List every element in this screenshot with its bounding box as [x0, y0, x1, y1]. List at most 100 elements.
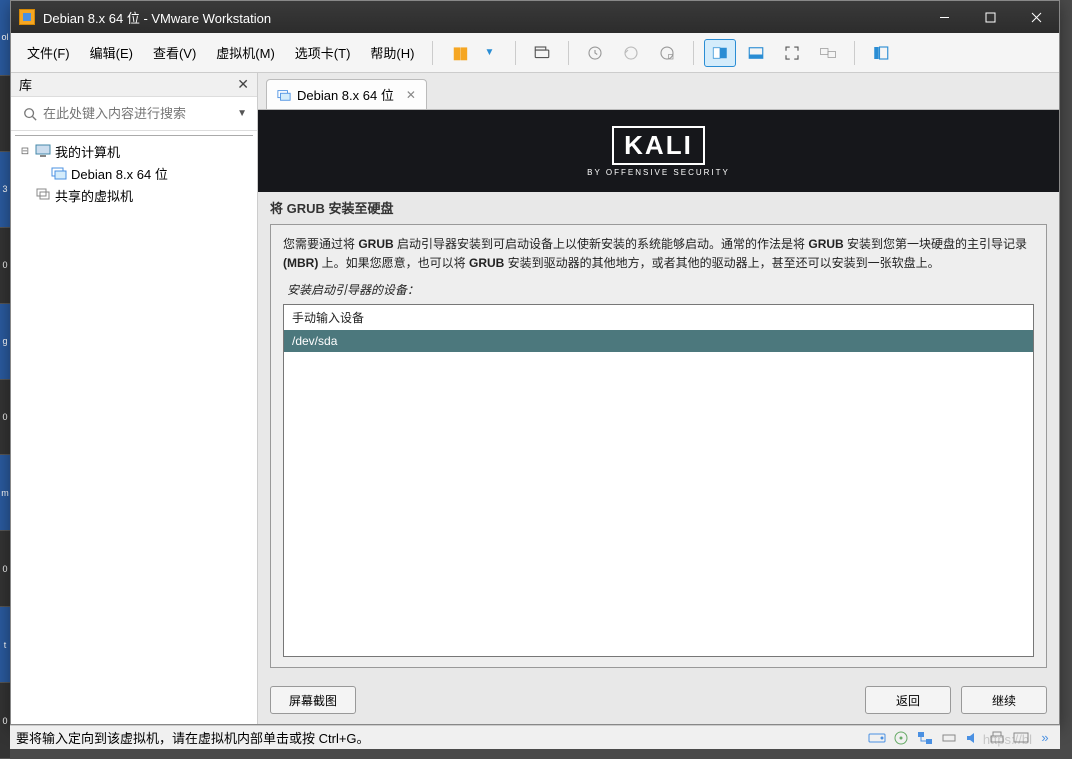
- installer-footer: 屏幕截图 返回 继续: [258, 676, 1059, 724]
- menu-tabs[interactable]: 选项卡(T): [285, 39, 361, 66]
- desc-bold: GRUB: [358, 237, 393, 251]
- tabstrip: Debian 8.x 64 位 ✕: [258, 73, 1059, 109]
- separator: [693, 41, 694, 65]
- separator: [568, 41, 569, 65]
- cd-icon[interactable]: [892, 730, 910, 746]
- back-button[interactable]: 返回: [865, 686, 951, 714]
- tree-label: 共享的虚拟机: [55, 186, 133, 205]
- vm-icon: [277, 88, 291, 102]
- device-option-sda[interactable]: /dev/sda: [284, 330, 1033, 352]
- desc-text: 安装到驱动器的其他地方，或者其他的驱动器上，甚至还可以安装到一张软盘上。: [504, 256, 939, 270]
- menu-file[interactable]: 文件(F): [17, 39, 80, 66]
- computer-icon: [35, 143, 51, 159]
- menu-view[interactable]: 查看(V): [143, 39, 206, 66]
- maximize-button[interactable]: [967, 1, 1013, 33]
- library-toggle-button[interactable]: [865, 39, 897, 67]
- sound-icon[interactable]: [964, 730, 982, 746]
- menu-help[interactable]: 帮助(H): [360, 39, 424, 66]
- menu-edit[interactable]: 编辑(E): [80, 39, 143, 66]
- library-icon: [872, 44, 890, 62]
- window-title: Debian 8.x 64 位 - VMware Workstation: [43, 8, 921, 27]
- sidebar-title: 库: [19, 75, 32, 94]
- installer-description: 您需要通过将 GRUB 启动引导器安装到可启动设备上以使新安装的系统能够启动。通…: [283, 235, 1034, 273]
- tree-node-shared-vms[interactable]: 共享的虚拟机: [15, 184, 253, 206]
- usb-icon[interactable]: [940, 730, 958, 746]
- search-input[interactable]: [43, 106, 233, 121]
- desc-bold: GRUB: [808, 237, 843, 251]
- menubar: 文件(F) 编辑(E) 查看(V) 虚拟机(M) 选项卡(T) 帮助(H) ▮▮…: [11, 33, 1059, 73]
- snapshot-button[interactable]: [579, 39, 611, 67]
- fullscreen-icon: [783, 44, 801, 62]
- keyboard-icon: [533, 44, 551, 62]
- revert-snapshot-button[interactable]: [615, 39, 647, 67]
- multimon-icon: [819, 44, 837, 62]
- view-unity-button[interactable]: [740, 39, 772, 67]
- statusbar: 要将输入定向到该虚拟机，请在虚拟机内部单击或按 Ctrl+G。 »: [10, 725, 1060, 749]
- tree-node-vm-debian[interactable]: Debian 8.x 64 位: [15, 162, 253, 184]
- menu-vm[interactable]: 虚拟机(M): [206, 39, 285, 66]
- power-dropdown[interactable]: ▼: [473, 39, 505, 67]
- sidebar-header: 库 ✕: [11, 73, 257, 97]
- background-sliver: ol30g0m0t0: [0, 0, 10, 759]
- kali-logo: KALI: [612, 126, 705, 165]
- desc-bold: (MBR): [283, 256, 318, 270]
- main-area: Debian 8.x 64 位 ✕ KALI BY OFFENSIVE SECU…: [258, 73, 1059, 724]
- installer-title: 将 GRUB 安装至硬盘: [258, 192, 1059, 220]
- collapse-icon[interactable]: ⊟: [19, 146, 31, 157]
- hdd-icon[interactable]: [868, 730, 886, 746]
- multimon-button[interactable]: [812, 39, 844, 67]
- tab-label: Debian 8.x 64 位: [297, 85, 394, 104]
- tree-node-my-computer[interactable]: ⊟ 我的计算机: [15, 140, 253, 162]
- clock-icon: [586, 44, 604, 62]
- view-console-button[interactable]: [704, 39, 736, 67]
- continue-button[interactable]: 继续: [961, 686, 1047, 714]
- separator: [854, 41, 855, 65]
- close-button[interactable]: [1013, 1, 1059, 33]
- installer-subtitle: 安装启动引导器的设备：: [287, 281, 1034, 298]
- clock-back-icon: [622, 44, 640, 62]
- search-dropdown[interactable]: ▼: [233, 108, 251, 119]
- clock-manage-icon: [658, 44, 676, 62]
- kali-subtitle: BY OFFENSIVE SECURITY: [587, 168, 730, 177]
- vmware-window: Debian 8.x 64 位 - VMware Workstation 文件(…: [10, 0, 1060, 725]
- send-ctrl-alt-del-button[interactable]: [526, 39, 558, 67]
- chevron-icon[interactable]: »: [1036, 730, 1054, 746]
- sidebar: 库 ✕ ▼ ⊟ 我的计算机: [11, 73, 258, 724]
- fullscreen-button[interactable]: [776, 39, 808, 67]
- vm-console[interactable]: KALI BY OFFENSIVE SECURITY 将 GRUB 安装至硬盘 …: [258, 109, 1059, 724]
- app-icon: [19, 9, 35, 25]
- tab-close-button[interactable]: ✕: [406, 88, 416, 102]
- titlebar[interactable]: Debian 8.x 64 位 - VMware Workstation: [11, 1, 1059, 33]
- snapshot-manager-button[interactable]: [651, 39, 683, 67]
- close-sidebar-button[interactable]: ✕: [237, 76, 249, 93]
- separator: [432, 41, 433, 65]
- body: 库 ✕ ▼ ⊟ 我的计算机: [11, 73, 1059, 724]
- kali-header: KALI BY OFFENSIVE SECURITY: [258, 110, 1059, 192]
- search-icon: [23, 107, 37, 121]
- desc-text: 上。如果您愿意，也可以将: [318, 256, 469, 270]
- vm-icon: [51, 165, 67, 181]
- desc-text: 您需要通过将: [283, 237, 358, 251]
- status-text: 要将输入定向到该虚拟机，请在虚拟机内部单击或按 Ctrl+G。: [16, 728, 868, 747]
- console-icon: [711, 44, 729, 62]
- sidebar-search: ▼: [11, 97, 257, 131]
- network-icon[interactable]: [916, 730, 934, 746]
- desc-bold: GRUB: [469, 256, 504, 270]
- separator: [515, 41, 516, 65]
- library-tree[interactable]: ⊟ 我的计算机 Debian 8.x 64 位: [15, 135, 253, 720]
- watermark: https://bl: [983, 732, 1032, 747]
- installer-panel: 您需要通过将 GRUB 启动引导器安装到可启动设备上以使新安装的系统能够启动。通…: [270, 224, 1047, 668]
- pause-button[interactable]: ▮▮: [443, 39, 475, 67]
- desc-text: 安装到您第一块硬盘的主引导记录: [844, 237, 1027, 251]
- tree-label: Debian 8.x 64 位: [71, 164, 168, 183]
- unity-icon: [747, 44, 765, 62]
- screenshot-button[interactable]: 屏幕截图: [270, 686, 356, 714]
- device-option-manual[interactable]: 手动输入设备: [284, 305, 1033, 330]
- pause-icon: ▮▮: [453, 43, 467, 63]
- device-list[interactable]: 手动输入设备 /dev/sda: [283, 304, 1034, 657]
- desc-text: 启动引导器安装到可启动设备上以使新安装的系统能够启动。通常的作法是将: [394, 237, 809, 251]
- minimize-button[interactable]: [921, 1, 967, 33]
- tree-label: 我的计算机: [55, 142, 120, 161]
- tab-debian[interactable]: Debian 8.x 64 位 ✕: [266, 79, 427, 109]
- shared-icon: [35, 187, 51, 203]
